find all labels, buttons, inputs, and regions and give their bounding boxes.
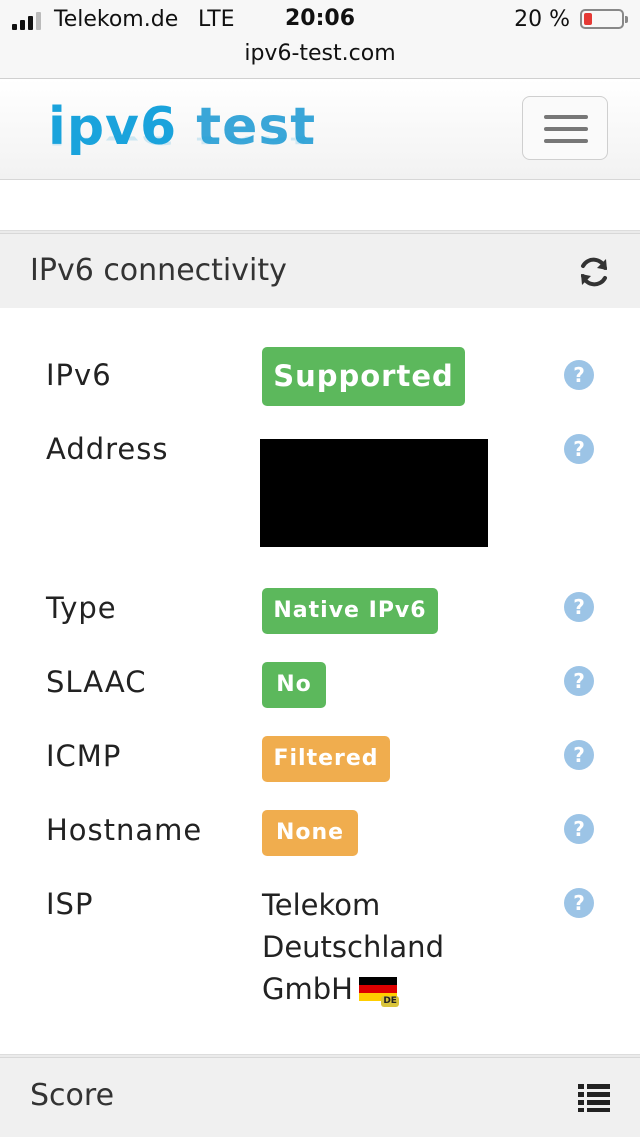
status-bar: Telekom.de LTE 20:06 20 % [0,0,640,40]
help-icon[interactable]: ? [564,888,594,918]
hamburger-menu-button[interactable] [522,96,608,160]
hostname-badge: None [262,810,358,856]
spacer [0,180,640,231]
logo-reflection: ipv6 test [48,136,316,149]
help-icon[interactable]: ? [564,814,594,844]
help-icon[interactable]: ? [564,592,594,622]
type-badge: Native IPv6 [262,588,438,634]
help-icon[interactable]: ? [564,434,594,464]
help-icon[interactable]: ? [564,666,594,696]
label-slaac: SLAAC [46,665,147,699]
icmp-badge: Filtered [262,736,390,782]
list-icon[interactable] [578,1082,610,1112]
battery-percent: 20 % [514,7,570,32]
label-type: Type [46,591,117,625]
panel-title: IPv6 connectivity [30,253,287,288]
label-icmp: ICMP [46,739,122,773]
score-panel-header: Score [0,1057,640,1137]
label-isp: ISP [46,887,94,921]
connectivity-panel-header: IPv6 connectivity [0,233,640,309]
ipv6-status-badge: Supported [262,347,465,406]
hamburger-menu-icon [544,115,588,119]
help-icon[interactable]: ? [564,740,594,770]
label-address: Address [46,432,169,466]
refresh-icon[interactable] [576,254,612,290]
address-bar[interactable]: ipv6-test.com [0,40,640,79]
slaac-badge: No [262,662,326,708]
battery-icon [580,9,628,29]
germany-flag-icon: DE [358,977,399,1007]
label-hostname: Hostname [46,813,203,847]
redacted-address [260,439,488,547]
help-icon[interactable]: ? [564,360,594,390]
site-navbar: ipv6 test ipv6 test [0,79,640,180]
score-title: Score [30,1078,115,1113]
label-ipv6: IPv6 [46,358,112,392]
isp-value: Telekom Deutschland GmbH DE [262,888,444,1007]
url-text[interactable]: ipv6-test.com [244,41,395,66]
